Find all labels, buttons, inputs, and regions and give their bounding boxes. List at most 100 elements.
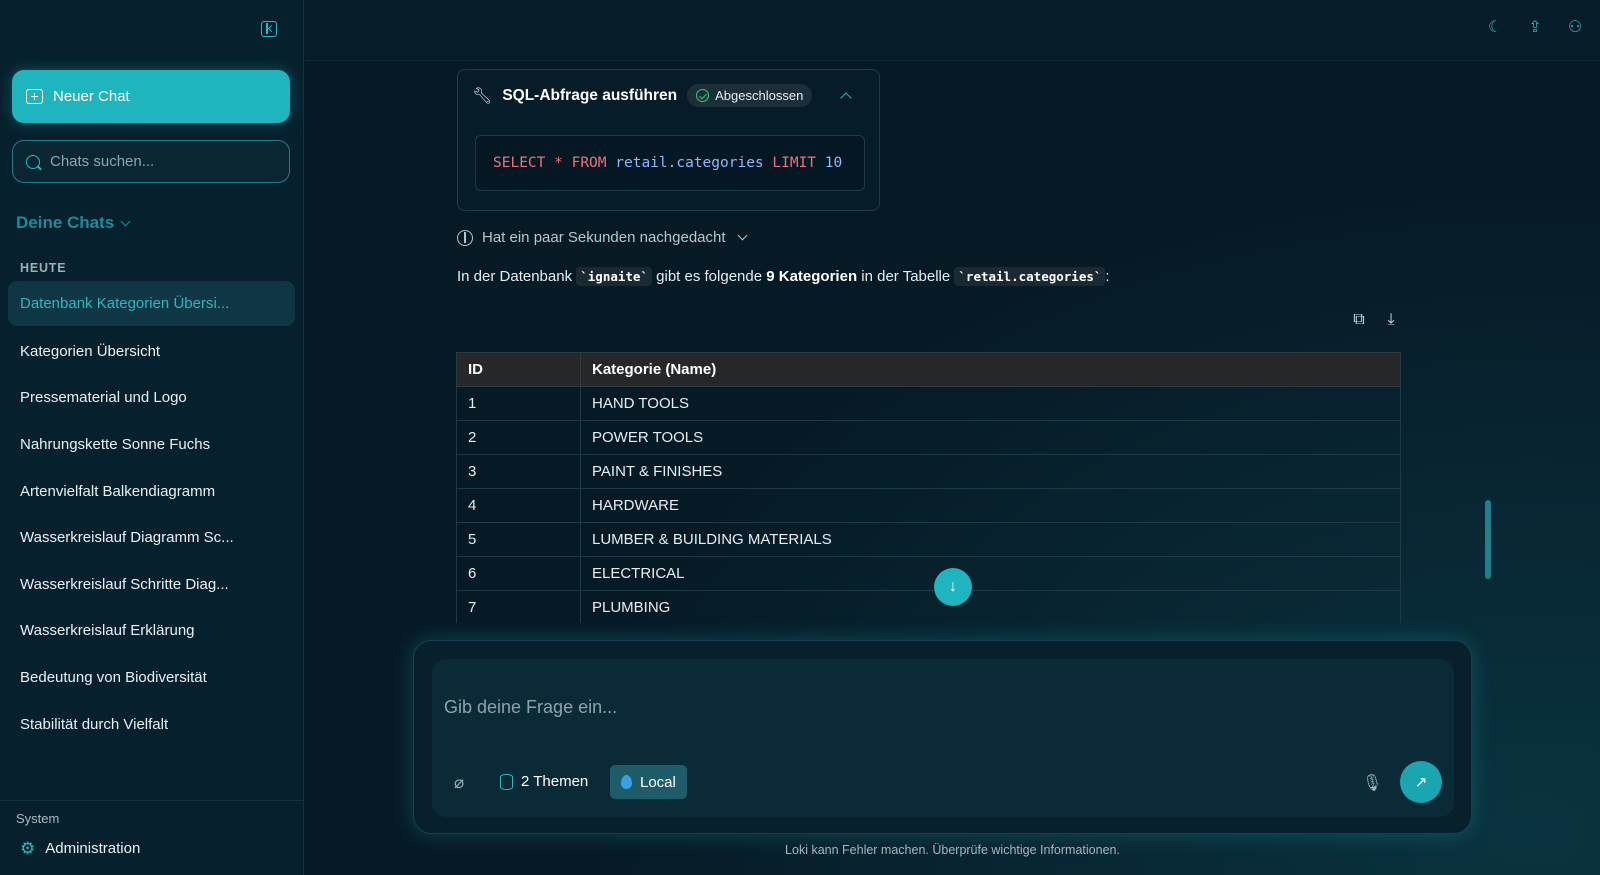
sidebar-toggle-icon[interactable] xyxy=(261,21,277,37)
microphone-icon[interactable]: 🎙︎ xyxy=(1362,773,1382,793)
chevron-down-icon xyxy=(737,230,747,241)
scrollbar-thumb[interactable] xyxy=(1485,500,1491,579)
table-row: 1 HAND TOOLS xyxy=(456,386,1401,421)
cell-name: ELECTRICAL xyxy=(580,556,1401,591)
inline-code: `retail.categories` xyxy=(954,267,1106,286)
sql-code-block: SELECT * FROM retail.categories LIMIT 10 xyxy=(475,135,865,191)
tool-call-card: 🔧︎ SQL-Abfrage ausführen Abgeschlossen S… xyxy=(457,69,880,211)
sql-number: 10 xyxy=(824,155,843,171)
answer-bold: 9 Kategorien xyxy=(766,268,858,285)
user-icon[interactable]: ⚇ xyxy=(1566,19,1584,37)
tool-call-title: SQL-Abfrage ausführen xyxy=(502,86,678,104)
column-header-id: ID xyxy=(456,352,581,387)
search-input[interactable] xyxy=(50,153,270,170)
sql-keyword: SELECT xyxy=(493,155,546,171)
question-input[interactable] xyxy=(444,697,1424,727)
cell-id: 2 xyxy=(456,420,581,455)
model-selector-button[interactable]: Local xyxy=(610,765,687,799)
divider xyxy=(0,800,304,801)
date-group-label: HEUTE xyxy=(20,261,67,275)
system-label: System xyxy=(16,811,60,826)
composer: ⌀ 2 Themen Local 🎙︎ ↗ xyxy=(432,659,1454,817)
chat-search xyxy=(12,140,290,183)
main-area: ☾ ⇪ ⚇ 🔧︎ SQL-Abfrage ausführen Abgeschlo… xyxy=(305,0,1600,875)
paperclip-icon[interactable]: ⌀ xyxy=(454,773,464,793)
chat-item[interactable]: Wasserkreislauf Erklärung xyxy=(8,608,295,655)
result-table: ID Kategorie (Name) 1 HAND TOOLS 2 POWER T… xyxy=(456,352,1401,623)
chevron-up-icon[interactable] xyxy=(840,91,852,104)
model-label: Local xyxy=(640,773,676,791)
table-tools: ⧉ ⤓ xyxy=(1350,311,1400,329)
answer-part: gibt es folgende xyxy=(651,268,767,285)
cell-name: PLUMBING xyxy=(580,590,1401,623)
topbar: ☾ ⇪ ⚇ xyxy=(305,0,1600,61)
chat-item[interactable]: Wasserkreislauf Diagramm Sc... xyxy=(8,514,295,561)
cell-id: 4 xyxy=(456,488,581,523)
answer-part: : xyxy=(1105,268,1110,285)
administration-label: Administration xyxy=(45,840,141,857)
cell-name: LUMBER & BUILDING MATERIALS xyxy=(580,522,1401,557)
scroll-to-bottom-button[interactable]: ↓ xyxy=(934,568,972,606)
download-icon[interactable]: ⤓ xyxy=(1382,311,1400,329)
topbar-actions: ☾ ⇪ ⚇ xyxy=(1486,19,1584,37)
thought-label: Hat ein paar Sekunden nachgedacht xyxy=(482,229,726,246)
sql-keyword: LIMIT xyxy=(772,155,817,171)
composer-container: ⌀ 2 Themen Local 🎙︎ ↗ xyxy=(413,640,1472,834)
chat-item[interactable]: Stabilität durch Vielfalt xyxy=(8,701,295,748)
topics-button[interactable]: 2 Themen xyxy=(500,773,588,790)
answer-text: In der Datenbank `ignaite` gibt es folge… xyxy=(457,267,1110,286)
cell-id: 5 xyxy=(456,522,581,557)
new-chat-icon xyxy=(26,89,43,104)
droplet-icon xyxy=(621,775,632,789)
answer-part: in der Tabelle xyxy=(857,268,955,285)
status-badge: Abgeschlossen xyxy=(687,84,813,107)
table-row: 7 PLUMBING xyxy=(456,590,1401,623)
chat-list: Datenbank Kategorien Übersi... Kategorie… xyxy=(8,281,295,747)
table-row: 2 POWER TOOLS xyxy=(456,420,1401,455)
table-row: 5 LUMBER & BUILDING MATERIALS xyxy=(456,522,1401,557)
disclaimer: Loki kann Fehler machen. Überprüfe wicht… xyxy=(785,843,1120,857)
chat-item[interactable]: Artenvielfalt Balkendiagramm xyxy=(8,468,295,515)
chevron-down-icon xyxy=(120,216,131,226)
send-button[interactable]: ↗ xyxy=(1400,761,1442,803)
search-icon xyxy=(26,154,40,169)
check-circle-icon xyxy=(696,89,710,102)
database-icon xyxy=(500,773,513,790)
result-table-container[interactable]: ID Kategorie (Name) 1 HAND TOOLS 2 POWER T… xyxy=(456,352,1401,623)
chats-section-toggle[interactable]: Deine Chats xyxy=(16,213,131,233)
new-chat-label: Neuer Chat xyxy=(53,88,130,105)
share-icon[interactable]: ⇪ xyxy=(1526,19,1544,37)
tool-call-header: 🔧︎ SQL-Abfrage ausführen Abgeschlossen xyxy=(472,84,852,107)
administration-link[interactable]: ⚙ Administration xyxy=(20,840,140,857)
chat-item[interactable]: Wasserkreislauf Schritte Diag... xyxy=(8,561,295,608)
chat-item[interactable]: Pressematerial und Logo xyxy=(8,375,295,422)
copy-icon[interactable]: ⧉ xyxy=(1350,311,1368,329)
chat-item[interactable]: Bedeutung von Biodiversität xyxy=(8,654,295,701)
wrench-icon: 🔧︎ xyxy=(472,87,493,105)
brain-icon xyxy=(457,229,473,246)
cell-id: 6 xyxy=(456,556,581,591)
cell-name: POWER TOOLS xyxy=(580,420,1401,455)
moon-icon[interactable]: ☾ xyxy=(1486,19,1504,37)
gear-icon: ⚙ xyxy=(20,839,36,858)
answer-part: In der Datenbank xyxy=(457,268,577,285)
cell-name: HAND TOOLS xyxy=(580,386,1401,421)
chat-item[interactable]: Kategorien Übersicht xyxy=(8,328,295,375)
arrow-down-icon: ↓ xyxy=(949,578,957,595)
section-title: Deine Chats xyxy=(16,213,115,232)
sql-keyword: FROM xyxy=(571,155,607,171)
column-header-name: Kategorie (Name) xyxy=(580,352,1401,387)
thought-toggle[interactable]: Hat ein paar Sekunden nachgedacht xyxy=(457,229,747,246)
sql-table: retail.categories xyxy=(615,155,764,171)
new-chat-button[interactable]: Neuer Chat xyxy=(12,70,290,123)
chat-item[interactable]: Nahrungskette Sonne Fuchs xyxy=(8,421,295,468)
sql-star: * xyxy=(554,155,563,171)
arrow-up-right-icon: ↗ xyxy=(1414,774,1428,791)
table-row: 6 ELECTRICAL xyxy=(456,556,1401,591)
inline-code: `ignaite` xyxy=(576,267,652,286)
table-row: 4 HARDWARE xyxy=(456,488,1401,523)
cell-id: 3 xyxy=(456,454,581,489)
status-label: Abgeschlossen xyxy=(715,88,804,103)
chat-item-active[interactable]: Datenbank Kategorien Übersi... xyxy=(8,281,295,326)
cell-id: 7 xyxy=(456,590,581,623)
